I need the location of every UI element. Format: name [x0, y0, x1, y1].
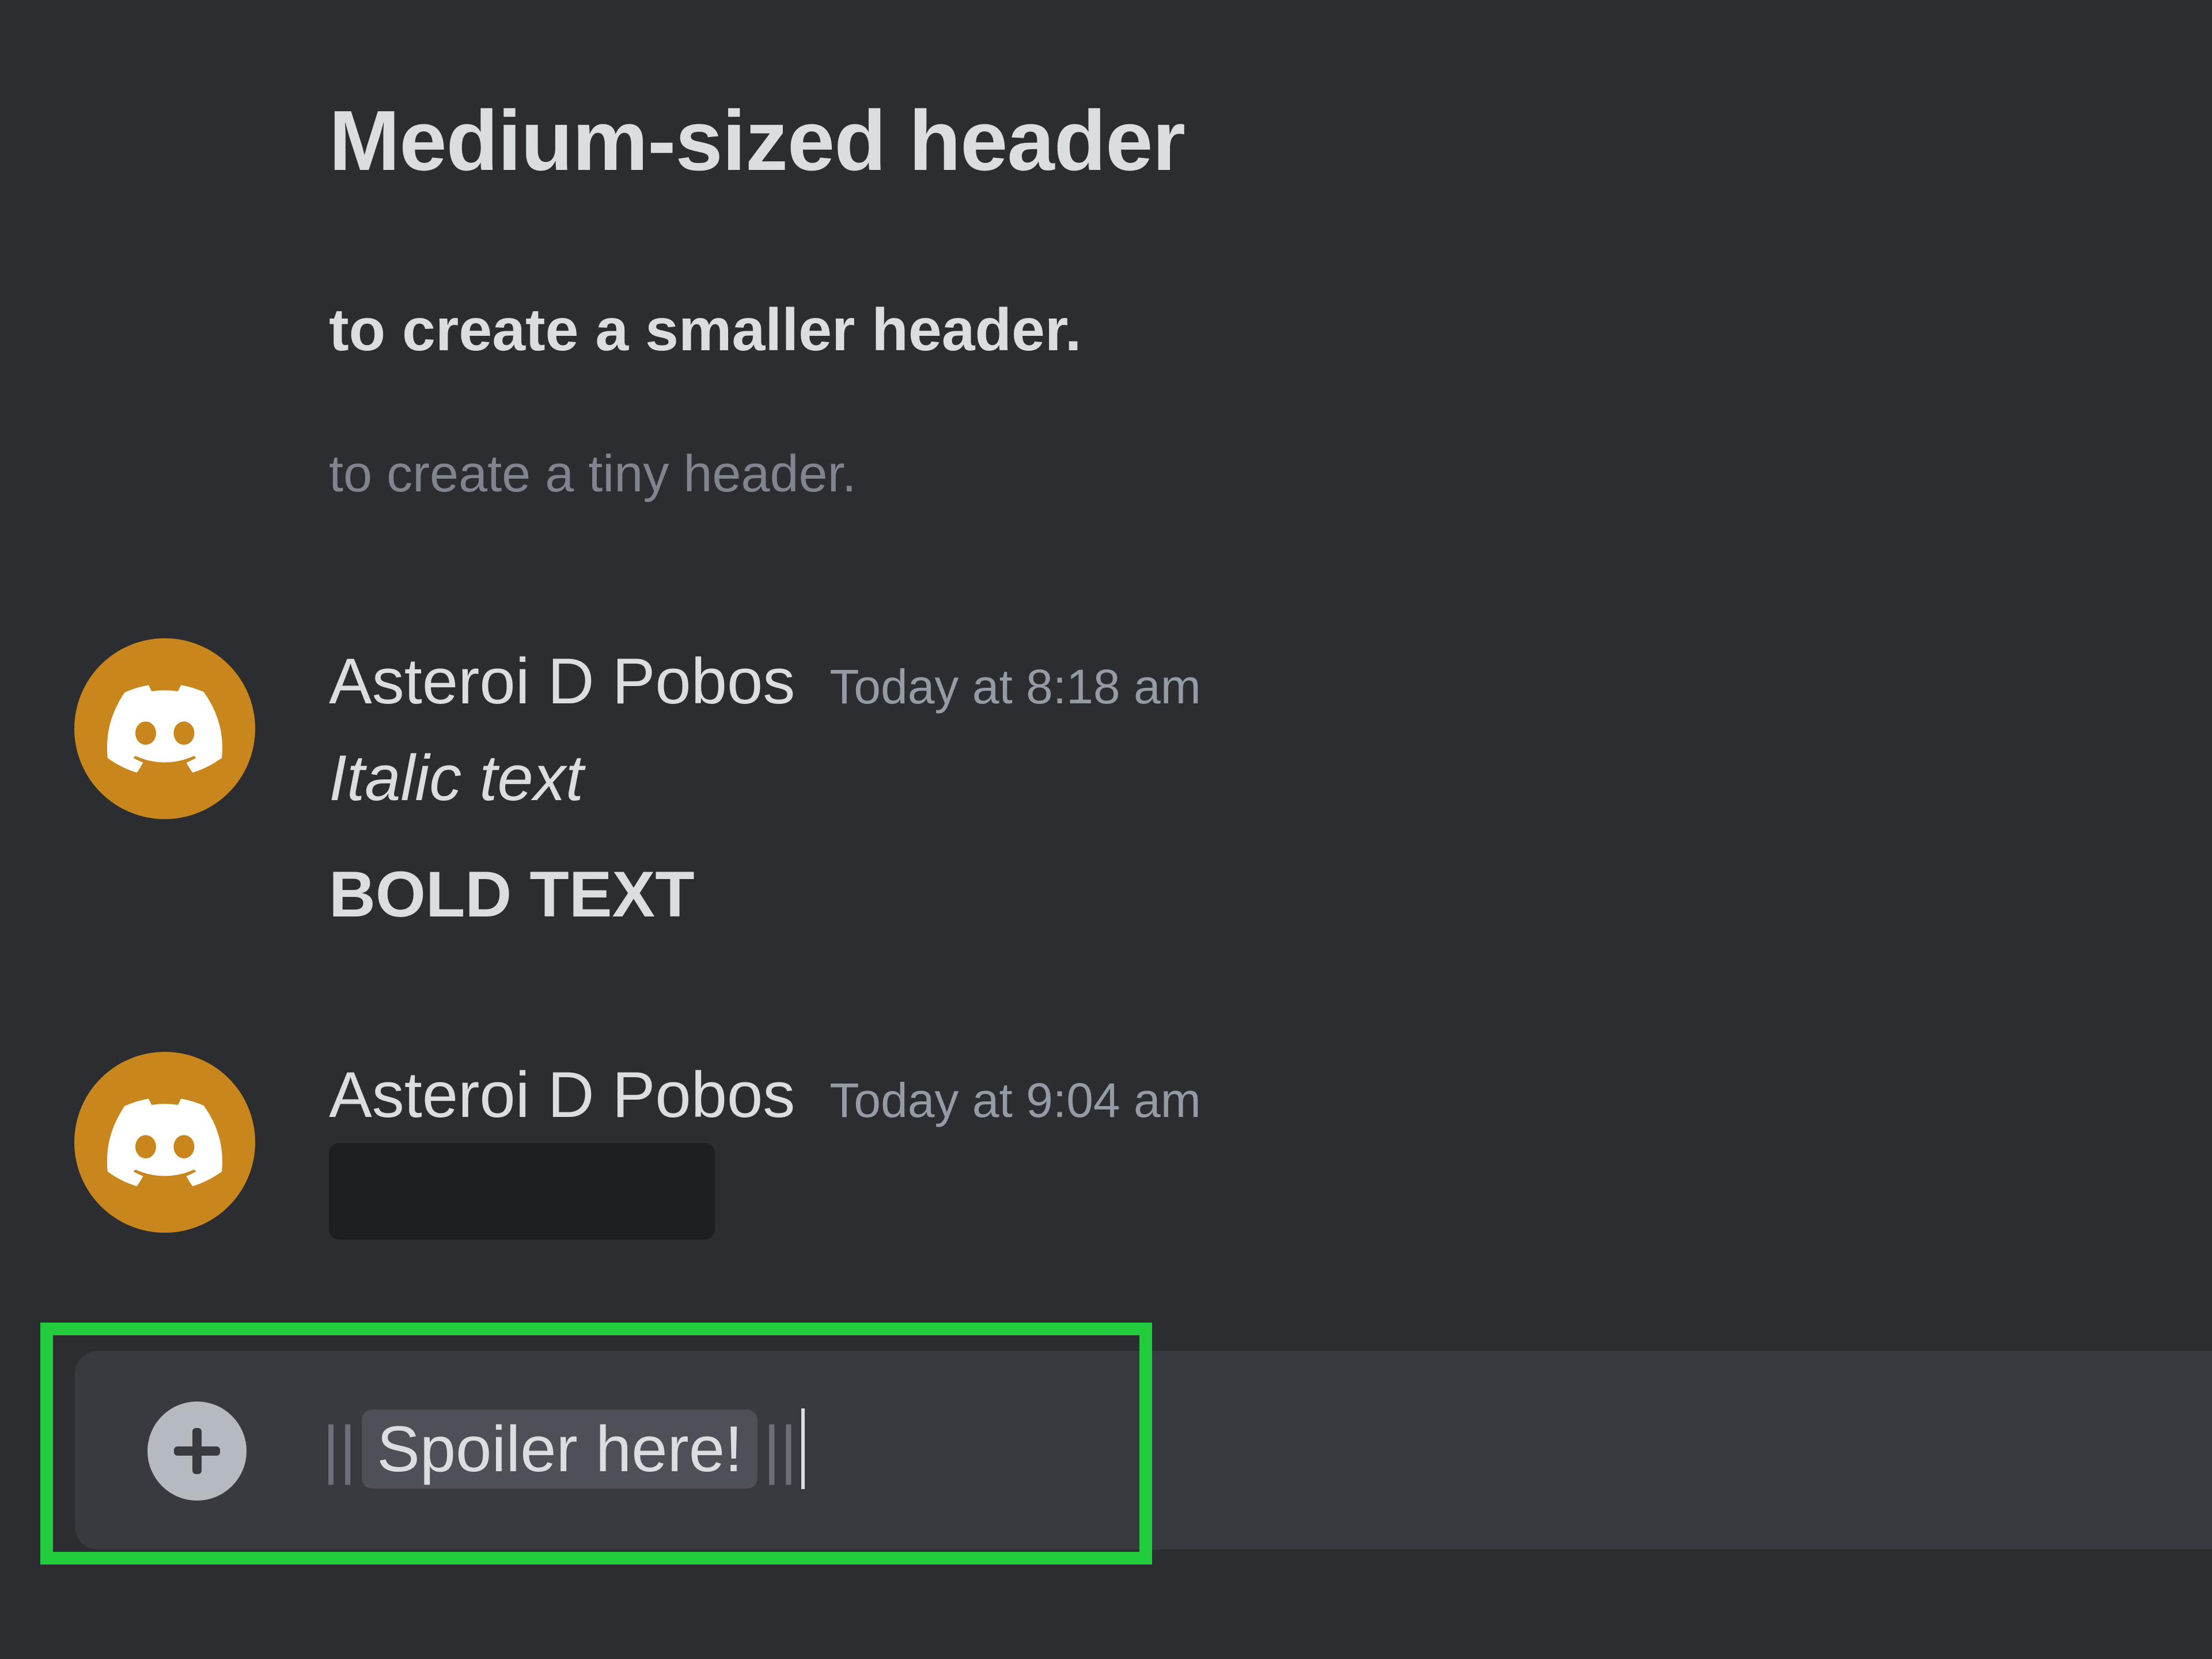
hidden-spoiler[interactable] — [329, 1143, 715, 1240]
spoiler-prefix: || — [323, 1412, 357, 1485]
spoiler-text: Spoiler here! — [362, 1409, 758, 1488]
timestamp: Today at 9:04 am — [830, 1073, 1201, 1127]
chat-window: Medium-sized header to create a smaller … — [0, 0, 2212, 1659]
avatar[interactable] — [74, 638, 255, 819]
plus-circle-icon — [174, 1428, 220, 1474]
message-header: Asteroi D Pobos Today at 8:18 am — [329, 644, 1201, 718]
avatar[interactable] — [74, 1052, 255, 1233]
username[interactable]: Asteroi D Pobos — [329, 645, 795, 717]
add-attachment-button[interactable] — [147, 1402, 247, 1501]
medium-header: Medium-sized header — [329, 93, 1185, 188]
message-input[interactable]: || Spoiler here! || — [323, 1397, 805, 1501]
spoiler-suffix: || — [763, 1412, 797, 1485]
smaller-header: to create a smaller header. — [329, 297, 1082, 363]
italic-text: Italic text — [329, 742, 584, 814]
discord-logo-icon — [107, 685, 222, 773]
message-header: Asteroi D Pobos Today at 9:04 am — [329, 1058, 1201, 1132]
tiny-header: to create a tiny header. — [329, 445, 857, 503]
text-caret — [801, 1408, 805, 1489]
username[interactable]: Asteroi D Pobos — [329, 1059, 795, 1131]
discord-logo-icon — [107, 1099, 222, 1187]
bold-text: BOLD TEXT — [329, 858, 695, 930]
timestamp: Today at 8:18 am — [830, 660, 1201, 714]
